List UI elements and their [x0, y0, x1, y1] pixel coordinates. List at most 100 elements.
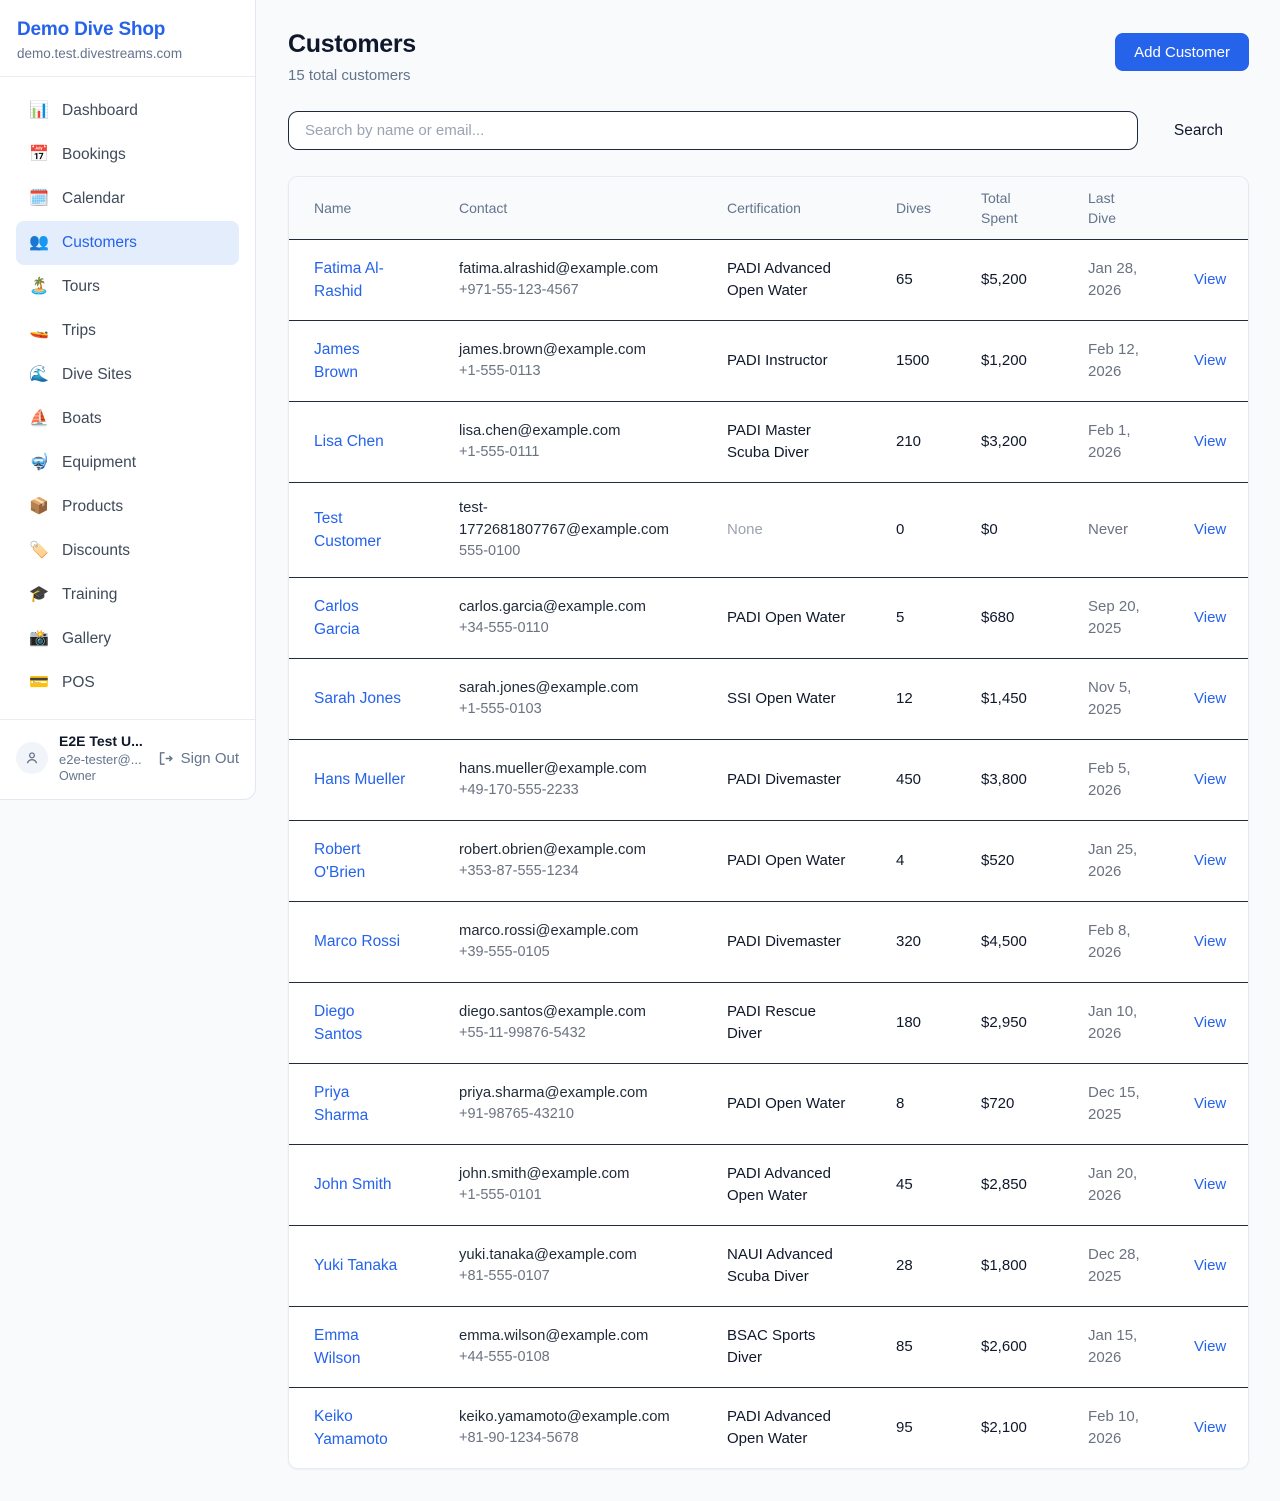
credit-card-icon: 💳	[28, 675, 50, 691]
customer-email: james.brown@example.com	[459, 339, 682, 361]
sidebar-item-gallery[interactable]: 📸 Gallery	[16, 617, 239, 661]
sidebar-item-dashboard[interactable]: 📊 Dashboard	[16, 89, 239, 133]
view-link[interactable]: View	[1194, 1176, 1226, 1193]
customer-last-dive: Feb 10, 2026	[1088, 1392, 1194, 1465]
customer-name-link[interactable]: Keiko Yamamoto	[314, 1408, 388, 1449]
sidebar-item-equipment[interactable]: 🤿 Equipment	[16, 441, 239, 485]
customer-name-link[interactable]: Test Customer	[314, 510, 381, 551]
customer-phone: +91-98765-43210	[459, 1104, 682, 1126]
sidebar-item-customers[interactable]: 👥 Customers	[16, 221, 239, 265]
table-body: Fatima Al-Rashid fatima.alrashid@example…	[289, 239, 1248, 1468]
view-link[interactable]: View	[1194, 609, 1226, 626]
view-link[interactable]: View	[1194, 771, 1226, 788]
wave-icon: 🌊	[28, 367, 50, 383]
add-customer-button[interactable]: Add Customer	[1115, 33, 1249, 71]
sidebar-item-training[interactable]: 🎓 Training	[16, 573, 239, 617]
customer-name-link[interactable]: James Brown	[314, 341, 360, 382]
customer-name-link[interactable]: Lisa Chen	[314, 433, 384, 450]
user-name: E2E Test U...	[59, 732, 143, 751]
sidebar-item-pos[interactable]: 💳 POS	[16, 661, 239, 705]
customer-dives: 210	[896, 417, 981, 468]
customer-certification: PADI Instructor	[727, 336, 896, 387]
customer-name-link[interactable]: Marco Rossi	[314, 933, 400, 950]
customer-name-link[interactable]: John Smith	[314, 1176, 392, 1193]
sidebar-item-trips[interactable]: 🚤 Trips	[16, 309, 239, 353]
customers-table: Name Contact Certification Dives Total S…	[288, 176, 1249, 1469]
diving-mask-icon: 🤿	[28, 455, 50, 471]
customer-last-dive: Dec 15, 2025	[1088, 1068, 1194, 1141]
table-row: James Brown james.brown@example.com +1-5…	[289, 320, 1248, 401]
package-icon: 📦	[28, 499, 50, 515]
tag-icon: 🏷️	[28, 543, 50, 559]
view-link[interactable]: View	[1194, 1014, 1226, 1031]
customer-dives: 1500	[896, 336, 981, 387]
customer-name-link[interactable]: Emma Wilson	[314, 1327, 361, 1368]
customer-last-dive: Jan 15, 2026	[1088, 1311, 1194, 1384]
customer-phone: +34-555-0110	[459, 618, 682, 640]
customer-email: carlos.garcia@example.com	[459, 596, 682, 618]
table-header-row: Name Contact Certification Dives Total S…	[289, 177, 1248, 239]
table-row: Lisa Chen lisa.chen@example.com +1-555-0…	[289, 401, 1248, 482]
view-link[interactable]: View	[1194, 933, 1226, 950]
column-header-contact: Contact	[459, 188, 727, 228]
customer-dives: 8	[896, 1079, 981, 1130]
sidebar-item-dive-sites[interactable]: 🌊 Dive Sites	[16, 353, 239, 397]
customer-email: robert.obrien@example.com	[459, 839, 682, 861]
sidebar-item-products[interactable]: 📦 Products	[16, 485, 239, 529]
view-link[interactable]: View	[1194, 521, 1226, 538]
view-link[interactable]: View	[1194, 1095, 1226, 1112]
view-link[interactable]: View	[1194, 1338, 1226, 1355]
main-content: Customers 15 total customers Add Custome…	[256, 0, 1280, 1501]
view-link[interactable]: View	[1194, 433, 1226, 450]
customer-dives: 12	[896, 674, 981, 725]
sidebar-item-bookings[interactable]: 📅 Bookings	[16, 133, 239, 177]
customer-email: fatima.alrashid@example.com	[459, 258, 682, 280]
customer-dives: 180	[896, 998, 981, 1049]
view-link[interactable]: View	[1194, 1419, 1226, 1436]
customer-name-link[interactable]: Carlos Garcia	[314, 598, 360, 639]
sidebar-item-discounts[interactable]: 🏷️ Discounts	[16, 529, 239, 573]
search-input[interactable]	[288, 111, 1138, 150]
view-link[interactable]: View	[1194, 352, 1226, 369]
spiral-calendar-icon: 🗓️	[28, 191, 50, 207]
sidebar-item-tours[interactable]: 🏝️ Tours	[16, 265, 239, 309]
customer-name-link[interactable]: Hans Mueller	[314, 771, 405, 788]
customer-dives: 85	[896, 1322, 981, 1373]
customer-count: 15 total customers	[288, 67, 416, 84]
customer-total-spent: $3,200	[981, 417, 1088, 468]
view-link[interactable]: View	[1194, 1257, 1226, 1274]
customer-name-link[interactable]: Yuki Tanaka	[314, 1257, 397, 1274]
customer-name-link[interactable]: Robert O'Brien	[314, 841, 365, 882]
customer-name-link[interactable]: Sarah Jones	[314, 690, 401, 707]
sign-out-button[interactable]: Sign Out	[157, 750, 239, 767]
customer-total-spent: $2,850	[981, 1160, 1088, 1211]
view-link[interactable]: View	[1194, 690, 1226, 707]
customer-name-link[interactable]: Priya Sharma	[314, 1084, 368, 1125]
sidebar-item-calendar[interactable]: 🗓️ Calendar	[16, 177, 239, 221]
view-link[interactable]: View	[1194, 271, 1226, 288]
search-button[interactable]: Search	[1164, 114, 1233, 148]
customer-dives: 45	[896, 1160, 981, 1211]
brand-link[interactable]: Demo Dive Shop	[17, 19, 238, 41]
table-row: Keiko Yamamoto keiko.yamamoto@example.co…	[289, 1387, 1248, 1468]
customer-total-spent: $520	[981, 836, 1088, 887]
graduation-cap-icon: 🎓	[28, 587, 50, 603]
customer-email: test-1772681807767@example.com	[459, 497, 682, 541]
sidebar-item-boats[interactable]: ⛵ Boats	[16, 397, 239, 441]
customer-last-dive: Jan 20, 2026	[1088, 1149, 1194, 1222]
user-icon	[24, 750, 40, 766]
search-row: Search	[288, 111, 1249, 150]
customer-certification: NAUI Advanced Scuba Diver	[727, 1230, 896, 1303]
customer-total-spent: $720	[981, 1079, 1088, 1130]
customer-name-link[interactable]: Fatima Al-Rashid	[314, 260, 384, 301]
customer-certification: PADI Master Scuba Diver	[727, 406, 896, 479]
customer-email: priya.sharma@example.com	[459, 1082, 682, 1104]
customer-name-link[interactable]: Diego Santos	[314, 1003, 362, 1044]
customer-dives: 28	[896, 1241, 981, 1292]
customer-dives: 5	[896, 593, 981, 644]
customer-certification: PADI Open Water	[727, 593, 896, 644]
customer-last-dive: Feb 1, 2026	[1088, 406, 1194, 479]
speedboat-icon: 🚤	[28, 323, 50, 339]
view-link[interactable]: View	[1194, 852, 1226, 869]
customer-certification: None	[727, 505, 896, 556]
